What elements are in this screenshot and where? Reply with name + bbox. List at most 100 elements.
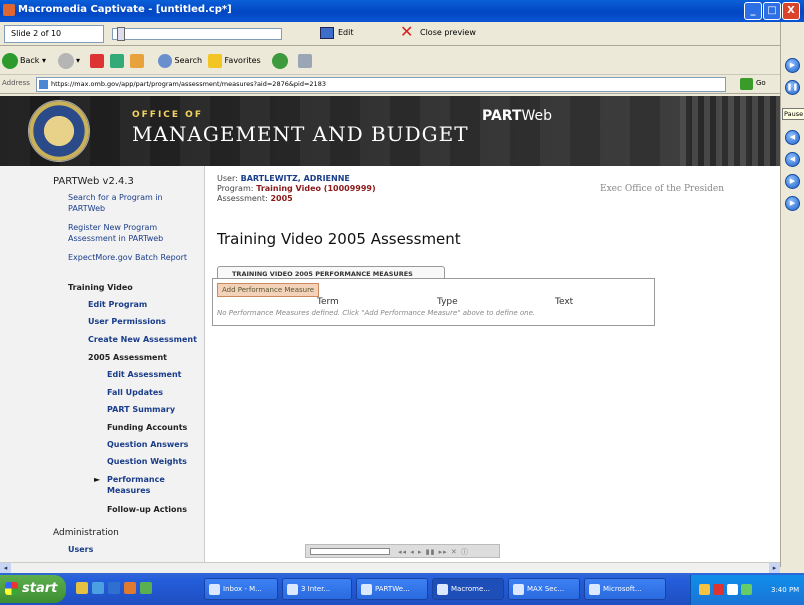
print-button[interactable] [298, 51, 312, 71]
go-label: Go [756, 79, 766, 87]
fast-forward-icon[interactable]: ▶ [785, 196, 800, 211]
home-icon [130, 53, 144, 68]
refresh-icon [110, 53, 124, 68]
start-button[interactable]: start [0, 575, 66, 603]
back-icon[interactable]: ◀ [785, 152, 800, 167]
tray-icon[interactable] [727, 584, 738, 595]
sidebar-item-edit-assessment[interactable]: Edit Assessment [107, 369, 182, 380]
forward-button[interactable]: ▾ [58, 51, 80, 71]
taskbar-item-max-security[interactable]: MAX Sec... [508, 578, 580, 600]
taskbar-item-internet[interactable]: 3 Inter... [282, 578, 352, 600]
maximize-button[interactable]: □ [763, 2, 781, 20]
page-title: Training Video 2005 Assessment [217, 230, 461, 248]
windows-logo-icon [5, 582, 18, 595]
history-button[interactable] [272, 51, 290, 71]
forward-icon[interactable]: ▶ [785, 174, 800, 189]
sidebar-item-fall-updates[interactable]: Fall Updates [107, 387, 163, 398]
sidebar-item-performance-measures[interactable]: Performance Measures [107, 474, 187, 496]
measures-table-header: Term Type Text [217, 297, 647, 308]
quicklaunch-icon[interactable] [92, 582, 104, 594]
sidebar-item-search-program[interactable]: Search for a Program in PARTWeb [68, 192, 198, 214]
partweb-logo: PARTWeb [482, 108, 552, 124]
sidebar-item-2005-assessment[interactable]: 2005 Assessment [88, 352, 167, 363]
columns-decoration [680, 96, 780, 166]
back-label: Back [20, 56, 40, 65]
sidebar-item-question-answers[interactable]: Question Answers [107, 439, 188, 450]
sidebar-item-question-weights[interactable]: Question Weights [107, 456, 187, 467]
measures-panel: Add Performance Measure Term Type Text N… [212, 278, 655, 326]
slider-thumb[interactable] [117, 27, 125, 41]
slide-progress-slider[interactable] [112, 27, 282, 41]
back-button[interactable]: Back ▾ [2, 51, 46, 71]
current-page-arrow-icon: ► [94, 475, 101, 484]
pause-icon[interactable]: ❚❚ [785, 80, 800, 95]
tray-icon[interactable] [713, 584, 724, 595]
task-label: Microsoft... [603, 585, 642, 593]
playback-controls[interactable]: ◂◂ ◂ ▸ ▮▮ ▸▸ ✕ ⓘ [398, 547, 469, 557]
rewind-icon[interactable]: ◀ [785, 130, 800, 145]
program-label: Program: [217, 184, 254, 193]
window-title: Macromedia Captivate - [untitled.cp*] [18, 4, 232, 15]
minimize-button[interactable]: _ [744, 2, 762, 20]
playback-progress[interactable] [310, 548, 390, 555]
sidebar-item-part-summary[interactable]: PART Summary [107, 404, 175, 415]
add-performance-measure-button[interactable]: Add Performance Measure [217, 283, 320, 297]
captivate-playback-bar[interactable]: ◂◂ ◂ ▸ ▮▮ ▸▸ ✕ ⓘ [305, 544, 500, 558]
sidebar-item-expectmore-report[interactable]: ExpectMore.gov Batch Report [68, 252, 198, 263]
sidebar-item-create-assessment[interactable]: Create New Assessment [88, 334, 197, 345]
sidebar-item-funding-accounts[interactable]: Funding Accounts [107, 422, 187, 433]
quicklaunch-icon[interactable] [76, 582, 88, 594]
assessment-label: Assessment: [217, 194, 268, 203]
search-icon [158, 53, 172, 68]
edit-icon [320, 27, 334, 39]
taskbar-item-macromedia[interactable]: Macrome... [432, 578, 504, 600]
close-preview-button[interactable]: ✕ Close preview [400, 24, 478, 43]
refresh-button[interactable] [110, 51, 124, 71]
taskbar-item-inbox[interactable]: Inbox - M... [204, 578, 278, 600]
tray-icon[interactable] [699, 584, 710, 595]
scroll-left-icon[interactable]: ◂ [0, 563, 11, 573]
sidebar-item-training-video[interactable]: Training Video [68, 282, 133, 293]
task-label: 3 Inter... [301, 585, 331, 593]
sidebar-item-edit-program[interactable]: Edit Program [88, 299, 147, 310]
assessment-year: 2005 [270, 194, 293, 203]
tray-icon[interactable] [741, 584, 752, 595]
presidential-seal-logo [28, 100, 90, 162]
quicklaunch-icon[interactable] [124, 582, 136, 594]
url-text: https://max.omb.gov/app/part/program/ass… [51, 80, 326, 88]
favorites-button[interactable]: Favorites [208, 51, 261, 71]
scroll-right-icon[interactable]: ▸ [769, 563, 780, 573]
column-header-type: Type [437, 297, 458, 307]
task-label: Macrome... [451, 585, 490, 593]
sidebar-item-register-assessment[interactable]: Register New Program Assessment in PARTw… [68, 222, 198, 244]
partweb-logo-bold: PART [482, 108, 522, 124]
captivate-app-icon [3, 4, 15, 16]
search-button[interactable]: Search [158, 51, 202, 71]
ie-icon [361, 584, 372, 595]
play-icon[interactable]: ▶ [785, 58, 800, 73]
browser-toolbar: Back ▾ ▾ Search Favorites [0, 47, 780, 75]
slide-indicator: Slide 2 of 10 [4, 25, 104, 43]
edit-button[interactable]: Edit [318, 25, 356, 43]
url-input[interactable]: https://max.omb.gov/app/part/program/ass… [36, 77, 726, 92]
horizontal-scrollbar[interactable]: ◂ ▸ [0, 562, 780, 573]
taskbar-item-partweb[interactable]: PARTWe... [356, 578, 428, 600]
sidebar-section-administration: Administration [53, 528, 119, 538]
sidebar-item-user-permissions[interactable]: User Permissions [88, 316, 166, 327]
task-label: PARTWe... [375, 585, 410, 593]
captivate-control-strip: ▶ ❚❚ Pause ◀ ◀ ▶ ▶ [780, 22, 804, 567]
quicklaunch-icon[interactable] [108, 582, 120, 594]
captivate-preview-toolbar: Slide 2 of 10 Edit ✕ Close preview [0, 22, 780, 46]
stop-button[interactable] [90, 51, 104, 71]
start-label: start [22, 581, 58, 596]
sidebar-item-users[interactable]: Users [68, 544, 93, 555]
quicklaunch-icon[interactable] [140, 582, 152, 594]
sidebar-item-follow-up-actions[interactable]: Follow-up Actions [107, 504, 187, 515]
column-header-term: Term [317, 297, 339, 307]
close-window-button[interactable]: X [782, 2, 800, 20]
go-button[interactable]: Go [740, 77, 776, 92]
taskbar-item-microsoft[interactable]: Microsoft... [584, 578, 666, 600]
clock[interactable]: 3:40 PM [771, 586, 799, 594]
home-button[interactable] [130, 51, 144, 71]
app-icon [513, 584, 524, 595]
